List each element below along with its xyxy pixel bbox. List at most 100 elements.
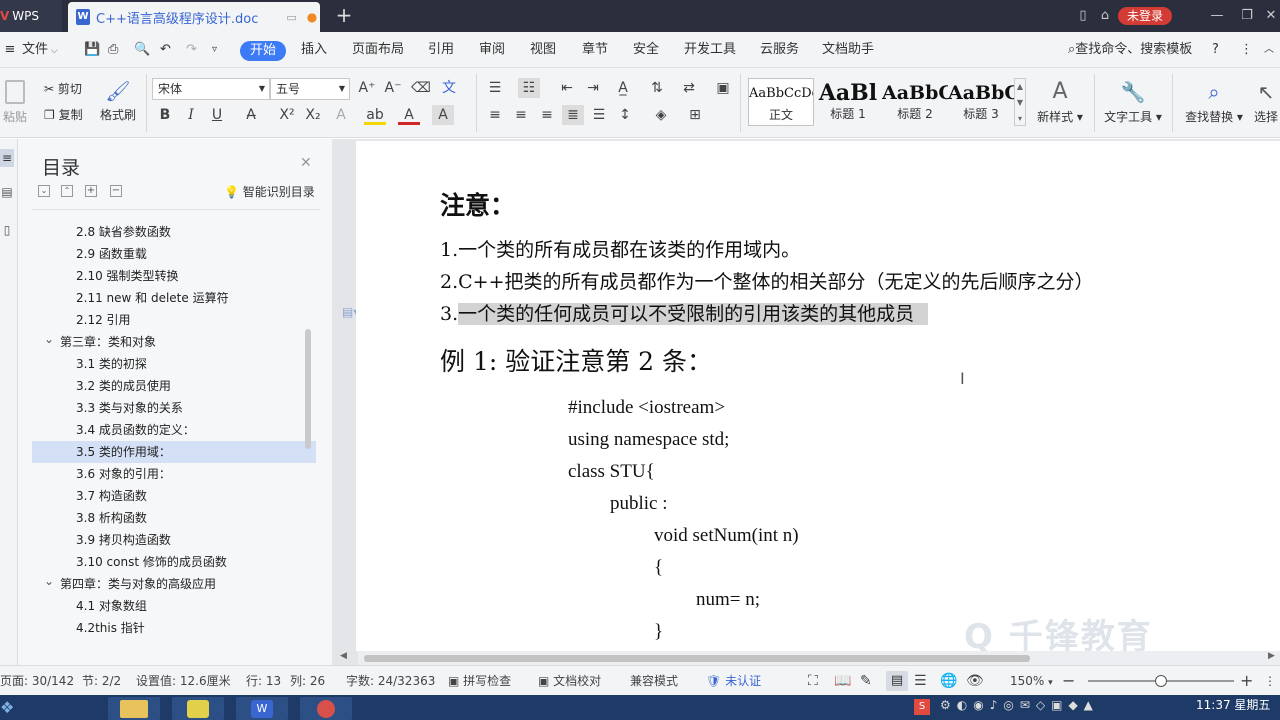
style-heading-1[interactable]: AaBl 标题 1	[815, 78, 881, 126]
cert-button[interactable]: 🛡 未认证	[706, 666, 761, 696]
font-color-icon[interactable]: A	[398, 105, 420, 125]
paste-button[interactable]: 粘贴	[0, 78, 30, 130]
toc-item[interactable]: 3.4 成员函数的定义：	[32, 419, 316, 441]
skin-icon[interactable]: ⌂	[1096, 7, 1114, 25]
spell-check-button[interactable]: ▣ 拼写检查	[448, 666, 511, 696]
distribute-icon[interactable]: ☰	[588, 105, 610, 125]
zoom-slider-knob[interactable]	[1155, 675, 1167, 687]
bullet-list-icon[interactable]: ☰	[484, 78, 506, 98]
clock[interactable]: 11:37 星期五	[1196, 696, 1270, 713]
toc-chapter-item[interactable]: ⌄ 第三章：类和对象	[32, 331, 316, 353]
command-search[interactable]: ⌕查找命令、搜索模板	[1068, 32, 1192, 68]
taskbar-explorer[interactable]	[108, 697, 160, 720]
doc-proof-button[interactable]: ▣ 文档校对	[538, 666, 601, 696]
style-heading-3[interactable]: AaBbC 标题 3	[948, 78, 1014, 126]
toc-item[interactable]: 3.1 类的初探	[32, 353, 316, 375]
subscript-icon[interactable]: X₂	[302, 105, 324, 125]
quick-access-more-icon[interactable]: ▿	[212, 32, 217, 68]
chevron-down-icon[interactable]: ⌄	[44, 328, 54, 350]
shading-icon[interactable]: ◈	[650, 105, 672, 125]
tab-view[interactable]: 视图	[530, 32, 556, 68]
zoom-slider[interactable]	[1088, 675, 1234, 687]
tab-unsaved-dot-icon[interactable]: ●	[307, 10, 317, 24]
text-effect-icon[interactable]: A	[330, 105, 352, 125]
zoom-in-icon[interactable]: +	[1240, 666, 1253, 696]
tab-security[interactable]: 安全	[633, 32, 659, 68]
taskbar-app-2[interactable]	[172, 697, 224, 720]
tab-cloud[interactable]: 云服务	[760, 32, 799, 68]
shrink-font-icon[interactable]: A⁻	[382, 78, 404, 98]
copy-button[interactable]: ❐ 复制	[44, 106, 83, 123]
taskbar-app-4[interactable]	[300, 697, 352, 720]
toc-item[interactable]: 3.6 对象的引用：	[32, 463, 316, 485]
collapse-all-icon[interactable]: ⌃	[61, 185, 73, 197]
clear-format-icon[interactable]: ⌫	[410, 78, 432, 98]
chevron-down-icon[interactable]: ⌄	[44, 570, 54, 592]
toc-item[interactable]: 3.7 构造函数	[32, 485, 316, 507]
toc-item[interactable]: 3.9 拷贝构造函数	[32, 529, 316, 551]
align-left-icon[interactable]: ≡	[484, 105, 506, 125]
horizontal-scrollbar[interactable]	[358, 651, 1280, 665]
chapter-view-icon[interactable]: ▤	[0, 185, 14, 199]
bookmark-view-icon[interactable]: ▯	[0, 223, 14, 237]
tab-review[interactable]: 审阅	[479, 32, 505, 68]
tab-start[interactable]: 开始	[240, 41, 286, 61]
increase-indent-icon[interactable]: ⇥	[582, 78, 604, 98]
expand-all-icon[interactable]: ⌄	[38, 185, 50, 197]
toc-item[interactable]: 4.1 对象数组	[32, 595, 316, 617]
save-icon[interactable]: 💾	[84, 32, 100, 68]
add-level-icon[interactable]: +	[85, 185, 97, 197]
cut-button[interactable]: ✂ 剪切	[44, 80, 82, 97]
borders-icon[interactable]: ⊞	[684, 105, 706, 125]
status-word-count[interactable]: 字数: 24/32363	[346, 666, 435, 696]
undo-icon[interactable]: ↶	[160, 32, 171, 68]
tab-developer[interactable]: 开发工具	[684, 32, 736, 68]
login-button[interactable]: 未登录	[1118, 7, 1172, 25]
tab-pin-icon[interactable]: ▭	[286, 11, 296, 24]
align-right-icon[interactable]: ≡	[536, 105, 558, 125]
eye-protection-icon[interactable]: 👁	[966, 666, 984, 696]
grow-font-icon[interactable]: A⁺	[356, 78, 378, 98]
sort-icon[interactable]: ⇅	[646, 78, 668, 98]
justify-icon[interactable]: ≣	[562, 105, 584, 125]
superscript-icon[interactable]: X²	[276, 105, 298, 125]
remove-level-icon[interactable]: −	[110, 185, 122, 197]
zoom-out-icon[interactable]: −	[1062, 666, 1075, 696]
pinyin-guide-icon[interactable]: 文	[438, 78, 460, 98]
outline-view-icon[interactable]: ☰	[914, 666, 927, 696]
toc-item[interactable]: 3.3 类与对象的关系	[32, 397, 316, 419]
toc-item[interactable]: 2.10 强制类型转换	[32, 265, 316, 287]
toc-chapter-item[interactable]: ⌄ 第四章：类与对象的高级应用	[32, 573, 316, 595]
zoom-level[interactable]: 150% ▾	[1010, 666, 1053, 696]
tab-chapter[interactable]: 章节	[582, 32, 608, 68]
tab-page-layout[interactable]: 页面布局	[352, 32, 404, 68]
toc-item[interactable]: 2.8 缺省参数函数	[32, 221, 316, 243]
align-center-icon[interactable]: ≡	[510, 105, 532, 125]
toc-item[interactable]: 2.11 new 和 delete 运算符	[32, 287, 316, 309]
status-more-icon[interactable]: ⋮	[1264, 666, 1276, 696]
start-orb-icon[interactable]: ❖	[0, 695, 30, 720]
char-shading-icon[interactable]: A	[432, 105, 454, 125]
collapse-ribbon-icon[interactable]: ︿	[1264, 32, 1274, 68]
tab-doc-assistant[interactable]: 文档助手	[822, 32, 874, 68]
toc-item[interactable]: 4.2this 指针	[32, 617, 316, 639]
toc-item[interactable]: 3.2 类的成员使用	[32, 375, 316, 397]
print-preview-icon[interactable]: 🔍	[134, 32, 150, 68]
scroll-left-icon[interactable]: ◀	[340, 651, 347, 661]
page-view-icon[interactable]: ▤	[886, 671, 908, 691]
more-options-icon[interactable]: ⋮	[1240, 32, 1253, 68]
status-page[interactable]: 页面: 30/142	[0, 666, 74, 696]
help-icon[interactable]: ?	[1212, 32, 1219, 68]
taskbar-wps[interactable]: W	[236, 697, 288, 720]
select-button[interactable]: ↖ 选择	[1252, 78, 1280, 125]
format-painter-button[interactable]: 🖌 格式刷	[98, 78, 138, 123]
close-icon[interactable]: ✕	[300, 155, 312, 171]
print-icon[interactable]: ⎙	[108, 32, 118, 68]
toc-view-icon[interactable]: ≡	[0, 149, 14, 167]
font-size-select[interactable]: 五号 ▼	[270, 78, 350, 100]
tab-insert[interactable]: 插入	[301, 32, 327, 68]
toc-item[interactable]: 2.9 函数重载	[32, 243, 316, 265]
new-style-button[interactable]: A 新样式 ▾	[1032, 78, 1088, 125]
toc-item[interactable]: 2.12 引用	[32, 309, 316, 331]
close-window-icon[interactable]: ✕	[1262, 7, 1280, 25]
